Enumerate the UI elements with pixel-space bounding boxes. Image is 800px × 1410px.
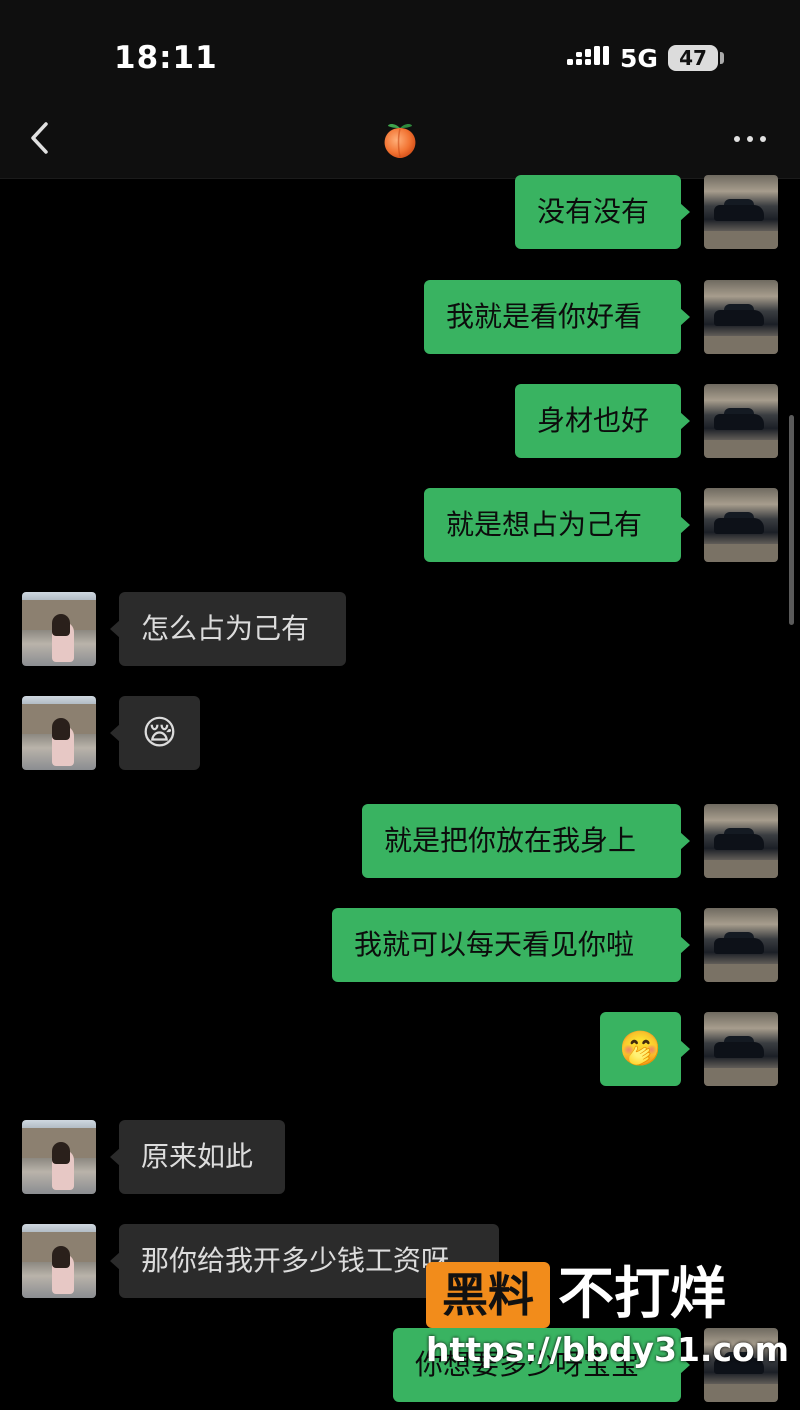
- message-bubble-in-emoji[interactable]: 😪: [110, 696, 200, 770]
- battery-icon: 47: [668, 45, 718, 71]
- watermark-badge: 黑料: [426, 1262, 550, 1328]
- signal-strength-icon: [567, 46, 609, 65]
- message-bubble-out[interactable]: 就是把你放在我身上: [362, 804, 690, 878]
- scrollbar[interactable]: [789, 415, 794, 625]
- watermark-text: 不打烊: [558, 1262, 726, 1327]
- self-avatar[interactable]: [704, 488, 778, 562]
- battery-level: 47: [679, 46, 707, 70]
- message-bubble-out[interactable]: 我就是看你好看: [424, 280, 690, 354]
- chat-header: [0, 100, 800, 179]
- message-bubble-in[interactable]: 原来如此: [110, 1120, 285, 1194]
- peer-avatar[interactable]: [22, 1120, 96, 1194]
- message-bubble-out[interactable]: 我就可以每天看见你啦: [332, 908, 690, 982]
- network-type: 5G: [620, 44, 658, 73]
- status-time: 18:11: [114, 40, 218, 76]
- self-avatar[interactable]: [704, 908, 778, 982]
- peer-avatar[interactable]: [22, 696, 96, 770]
- message-bubble-out[interactable]: 就是想占为己有: [424, 488, 690, 562]
- peer-avatar[interactable]: [22, 1224, 96, 1298]
- message-bubble-out-emoji[interactable]: 🤭: [600, 1012, 690, 1086]
- battery-tip: [720, 52, 724, 64]
- message-bubble-in[interactable]: 怎么占为己有: [110, 592, 346, 666]
- peach-icon: [384, 124, 416, 158]
- watermark-url: https://bbdy31.com: [426, 1330, 790, 1369]
- self-avatar[interactable]: [704, 384, 778, 458]
- self-avatar[interactable]: [704, 804, 778, 878]
- self-avatar[interactable]: [704, 280, 778, 354]
- self-avatar[interactable]: [704, 175, 778, 249]
- message-bubble-out[interactable]: 没有没有: [515, 175, 690, 249]
- more-dots-icon[interactable]: [730, 124, 770, 154]
- chevron-left-icon[interactable]: [26, 118, 56, 158]
- status-bar: 18:11 5G 47: [0, 0, 800, 100]
- peer-avatar[interactable]: [22, 592, 96, 666]
- message-bubble-out[interactable]: 身材也好: [515, 384, 690, 458]
- self-avatar[interactable]: [704, 1012, 778, 1086]
